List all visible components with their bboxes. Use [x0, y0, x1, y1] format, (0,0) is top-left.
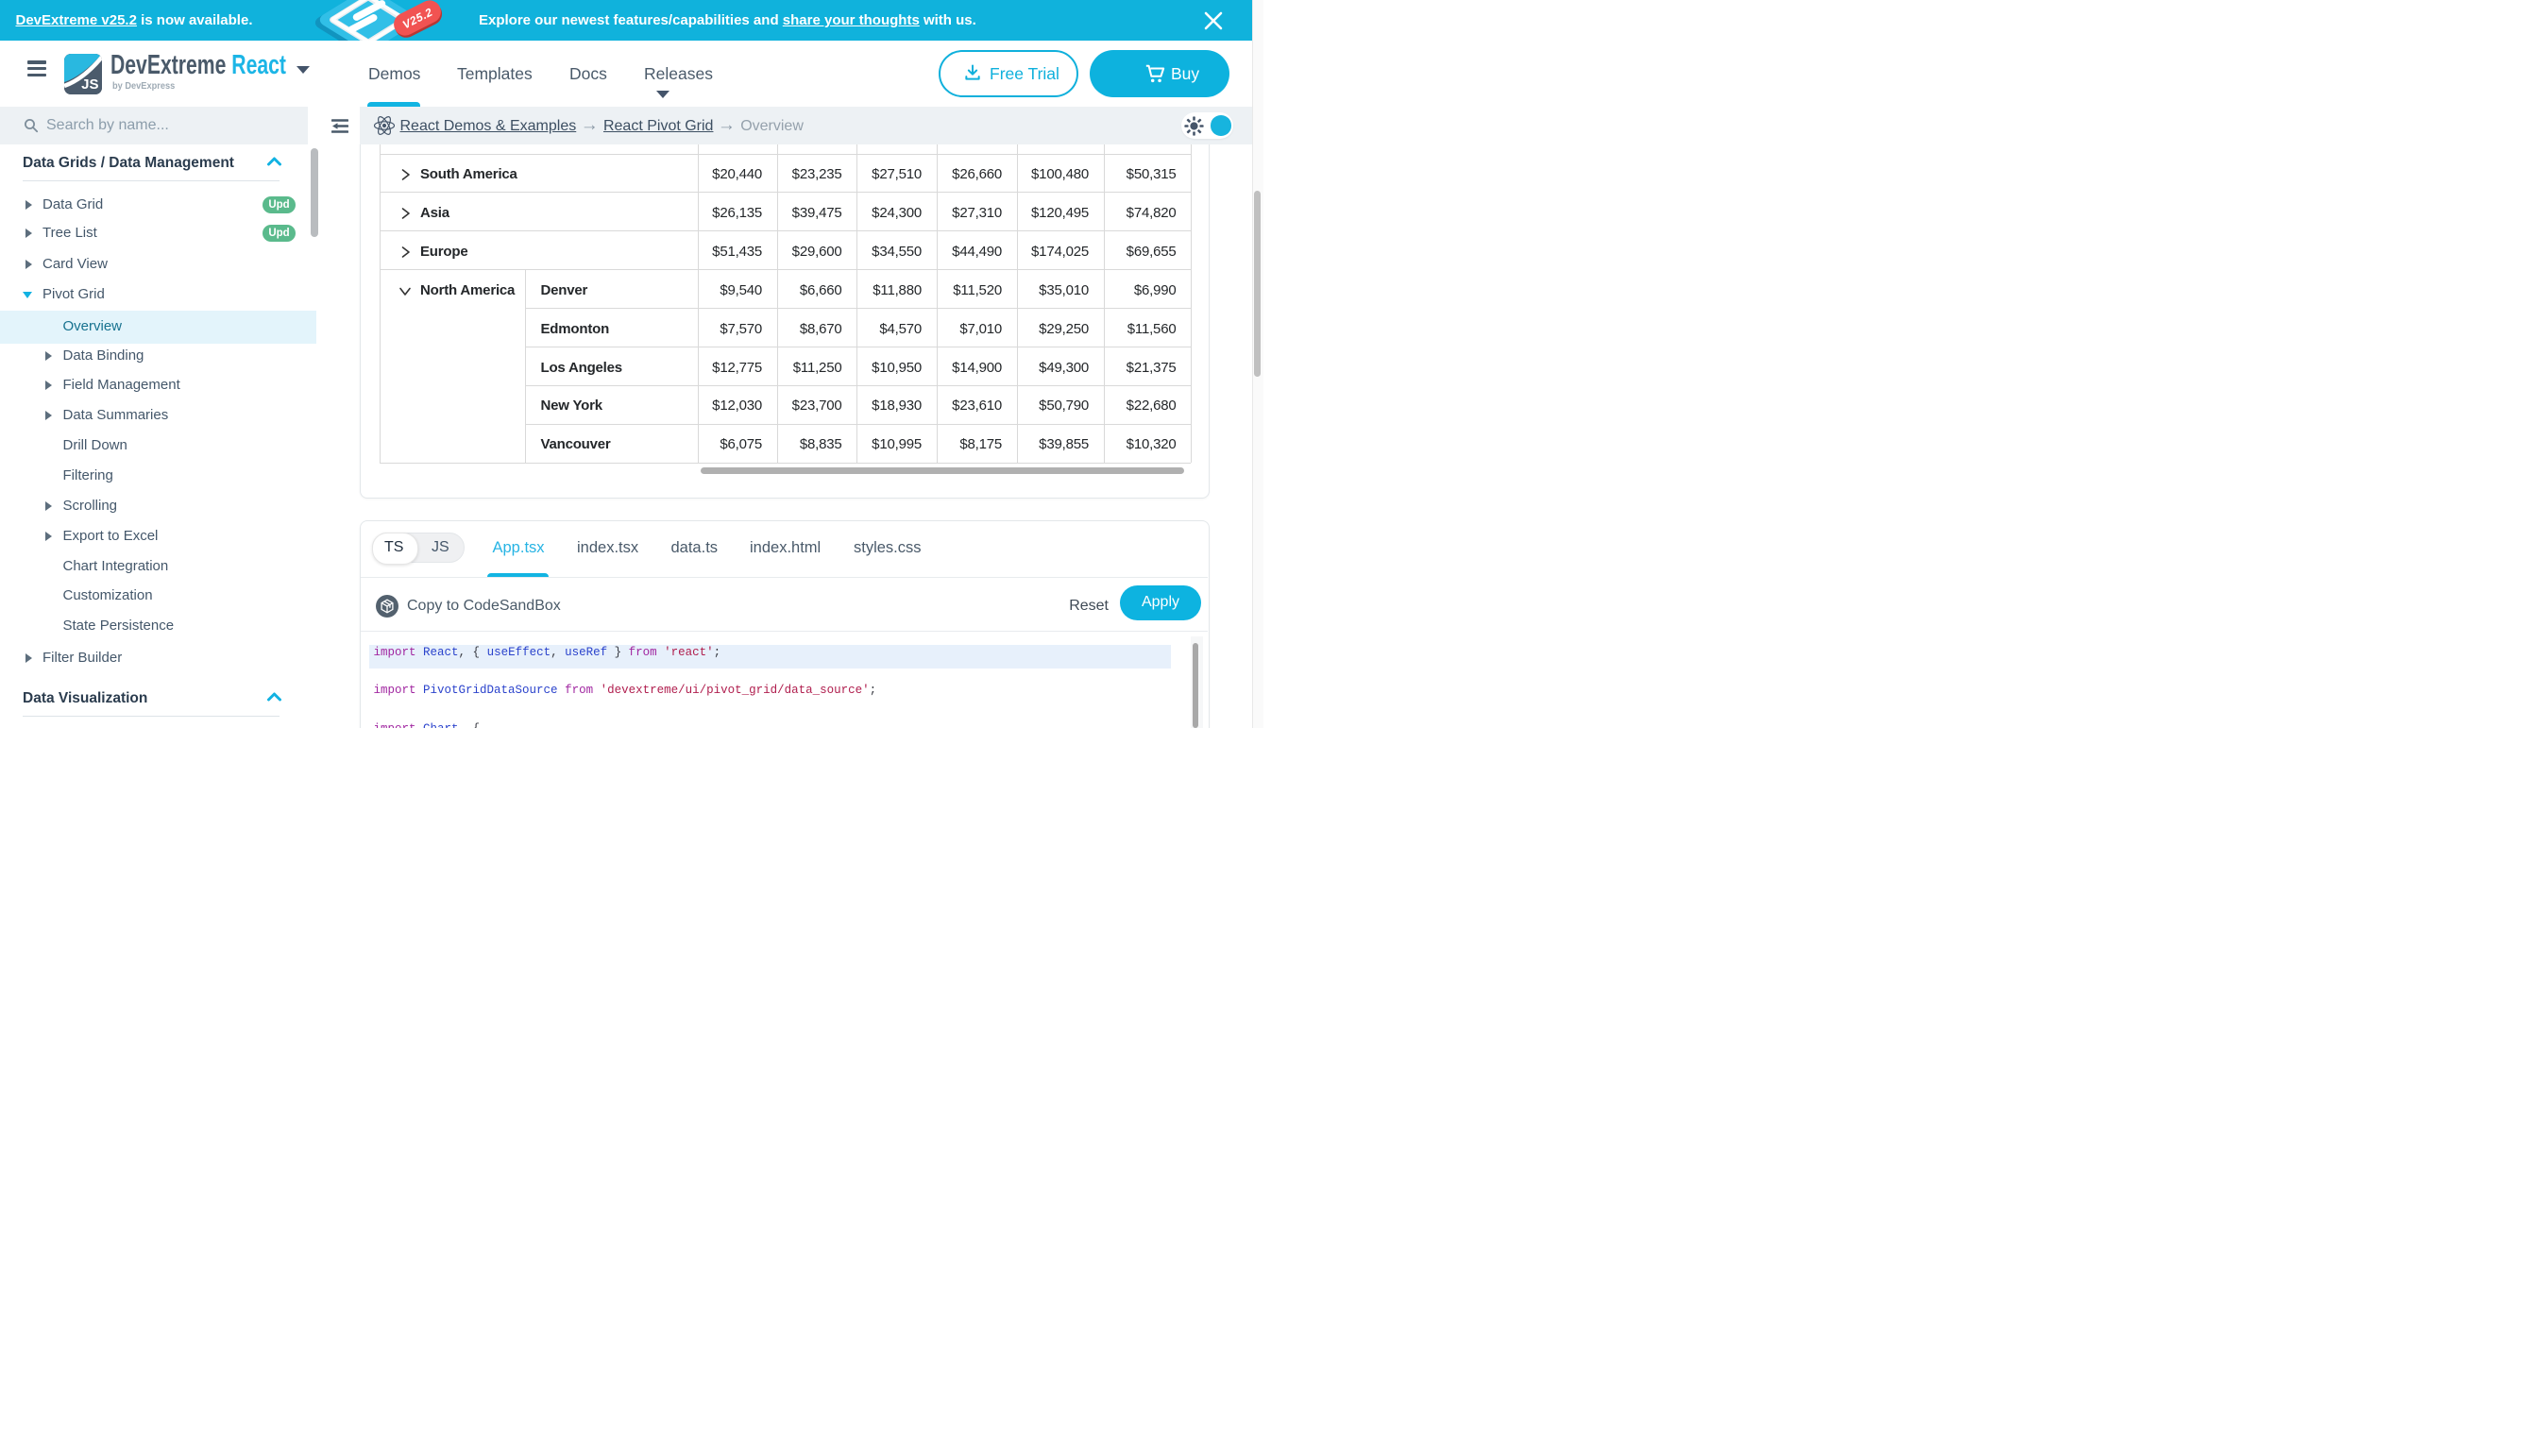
svg-text:JS: JS	[81, 76, 98, 93]
